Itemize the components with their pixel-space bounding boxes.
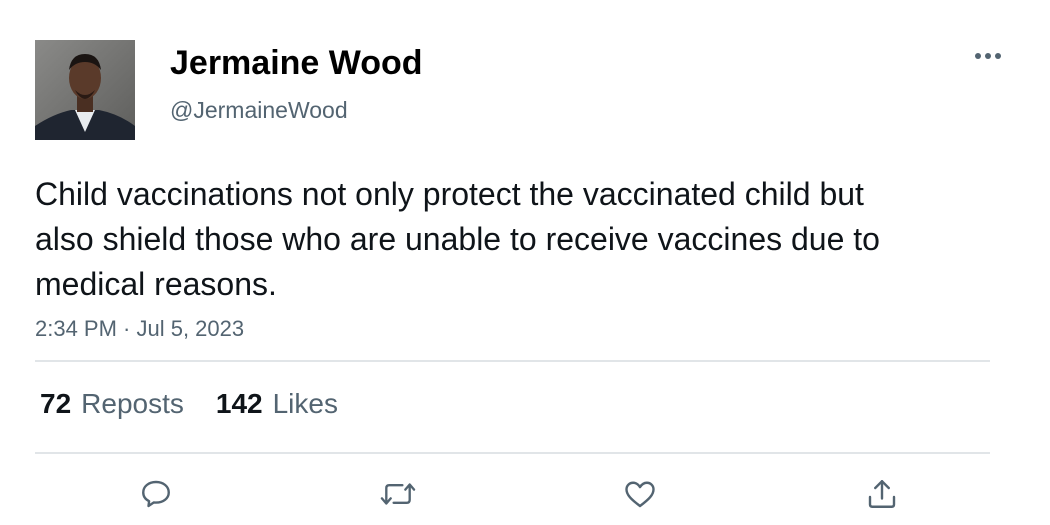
tweet-text: Child vaccinations not only protect the … <box>35 176 880 302</box>
like-button[interactable] <box>620 474 660 514</box>
repost-button[interactable] <box>378 474 418 514</box>
display-name[interactable]: Jermaine Wood <box>170 44 423 83</box>
share-upload-icon <box>868 480 896 508</box>
likes-stat[interactable]: 142 Likes <box>216 388 338 420</box>
divider <box>35 360 990 362</box>
more-dots-icon <box>975 53 1001 59</box>
engagement-stats: 72 Reposts 142 Likes <box>40 386 338 422</box>
repost-arrows-icon <box>380 483 416 505</box>
reposts-label: Reposts <box>81 388 184 419</box>
reply-button[interactable] <box>136 474 176 514</box>
reposts-stat[interactable]: 72 Reposts <box>40 388 184 420</box>
likes-label: Likes <box>272 388 338 419</box>
profile-photo <box>35 40 135 140</box>
more-options-button[interactable] <box>970 44 1006 68</box>
heart-icon <box>625 481 655 508</box>
likes-count: 142 <box>215 388 263 419</box>
user-handle[interactable]: @JermaineWood <box>170 97 348 124</box>
share-button[interactable] <box>862 474 902 514</box>
reposts-count: 72 <box>40 388 72 419</box>
avatar[interactable] <box>35 40 135 140</box>
divider <box>35 452 990 454</box>
tweet-timestamp[interactable]: 2:34 PM · Jul 5, 2023 <box>35 316 244 342</box>
speech-bubble-icon <box>142 480 170 508</box>
